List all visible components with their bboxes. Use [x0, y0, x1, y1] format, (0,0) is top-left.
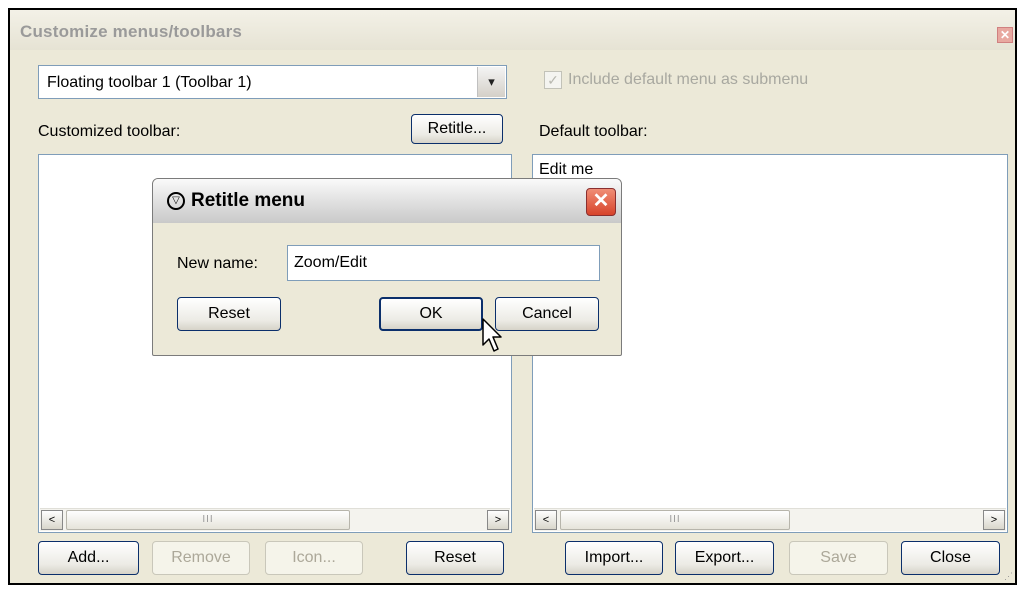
- dialog-app-icon: ▽: [167, 192, 185, 210]
- scroll-left-icon[interactable]: <: [41, 510, 63, 530]
- list-item[interactable]: Edit me: [539, 161, 593, 179]
- remove-button[interactable]: Remove: [152, 541, 250, 575]
- close-button[interactable]: Close: [901, 541, 1000, 575]
- default-toolbar-label: Default toolbar:: [539, 123, 648, 140]
- close-icon[interactable]: ✕: [586, 188, 616, 216]
- resize-grip-icon[interactable]: ⋰: [1004, 571, 1013, 582]
- checkbox-icon[interactable]: ✓: [544, 71, 562, 89]
- icon-button[interactable]: Icon...: [265, 541, 363, 575]
- reset-button[interactable]: Reset: [406, 541, 504, 575]
- save-button[interactable]: Save: [789, 541, 888, 575]
- scroll-left-icon[interactable]: <: [535, 510, 557, 530]
- new-name-input[interactable]: [287, 245, 600, 281]
- window-title: Customize menus/toolbars: [20, 22, 243, 41]
- dialog-title: Retitle menu: [191, 190, 306, 211]
- new-name-label: New name:: [177, 255, 258, 272]
- dialog-reset-button[interactable]: Reset: [177, 297, 281, 331]
- scroll-right-icon[interactable]: >: [983, 510, 1005, 530]
- scroll-right-icon[interactable]: >: [487, 510, 509, 530]
- scroll-thumb[interactable]: III: [560, 510, 790, 530]
- dropdown-arrow-icon[interactable]: ▾: [477, 67, 505, 97]
- mouse-cursor-icon: [482, 318, 502, 352]
- toolbar-select[interactable]: Floating toolbar 1 (Toolbar 1) ▾: [38, 65, 507, 99]
- retitle-dialog: ▽ Retitle menu ✕ New name: Reset OK Canc…: [152, 178, 622, 356]
- export-button[interactable]: Export...: [675, 541, 774, 575]
- cancel-button[interactable]: Cancel: [495, 297, 599, 331]
- toolbar-select-value: Floating toolbar 1 (Toolbar 1): [47, 74, 252, 91]
- add-button[interactable]: Add...: [38, 541, 139, 575]
- close-icon[interactable]: ✕: [997, 27, 1013, 43]
- customized-hscrollbar[interactable]: < III >: [40, 508, 510, 531]
- window-titlebar[interactable]: Customize menus/toolbars ✕: [10, 10, 1015, 50]
- import-button[interactable]: Import...: [565, 541, 663, 575]
- scroll-thumb[interactable]: III: [66, 510, 350, 530]
- ok-button[interactable]: OK: [379, 297, 483, 331]
- retitle-button[interactable]: Retitle...: [411, 114, 503, 144]
- customized-toolbar-label: Customized toolbar:: [38, 123, 181, 140]
- default-hscrollbar[interactable]: < III >: [534, 508, 1006, 531]
- include-default-label: Include default menu as submenu: [568, 71, 809, 88]
- dialog-titlebar[interactable]: ▽ Retitle menu ✕: [153, 179, 621, 223]
